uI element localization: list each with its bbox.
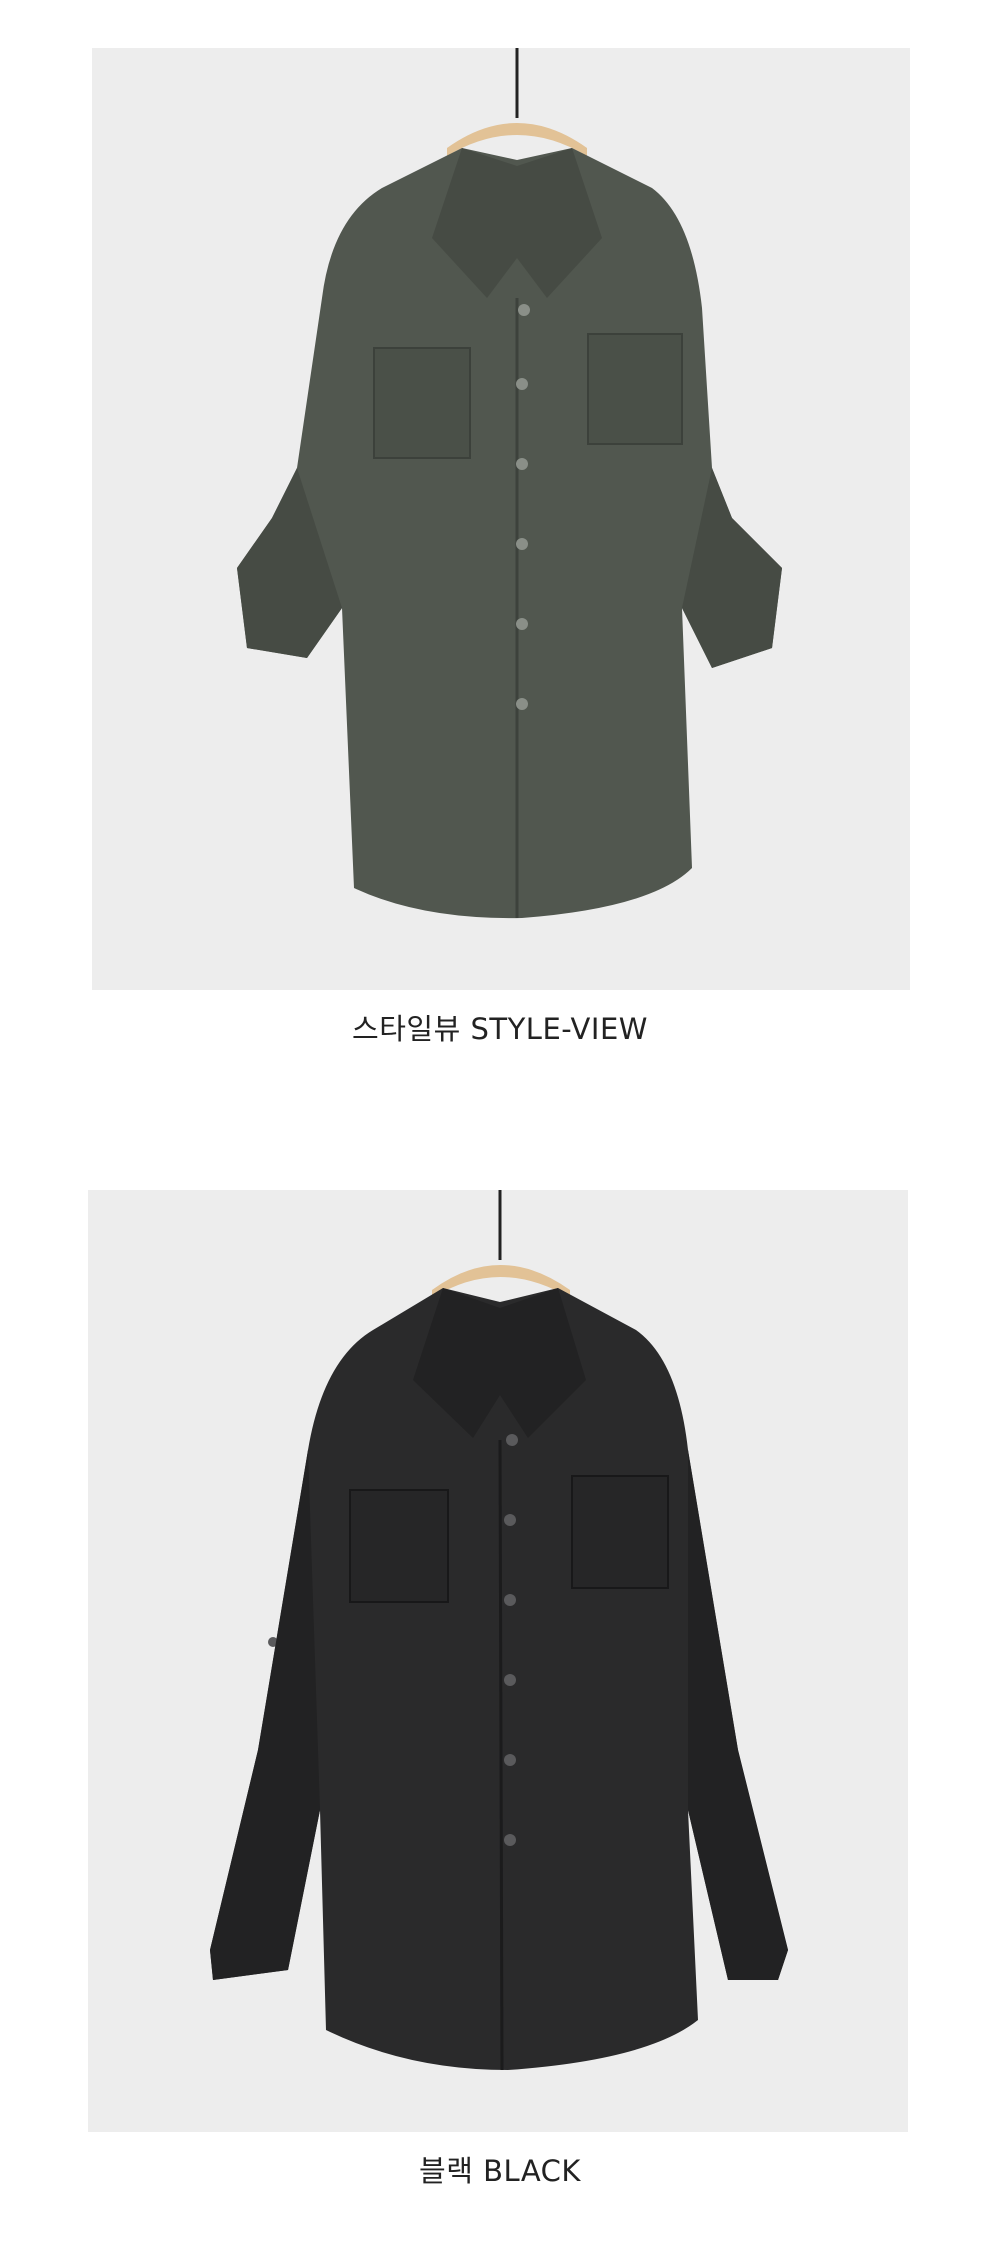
right-pocket — [571, 1475, 669, 1589]
left-pocket — [373, 347, 471, 459]
left-pocket — [349, 1489, 449, 1603]
right-pocket — [587, 333, 683, 445]
shirt-illustration — [88, 1190, 908, 2132]
product-photo-black — [88, 1190, 908, 2132]
photo-caption: 블랙 BLACK — [419, 2154, 581, 2188]
photo-caption: 스타일뷰 STYLE-VIEW — [352, 1012, 648, 1046]
product-photo-style-view — [92, 48, 910, 990]
shirt-illustration — [92, 48, 910, 990]
